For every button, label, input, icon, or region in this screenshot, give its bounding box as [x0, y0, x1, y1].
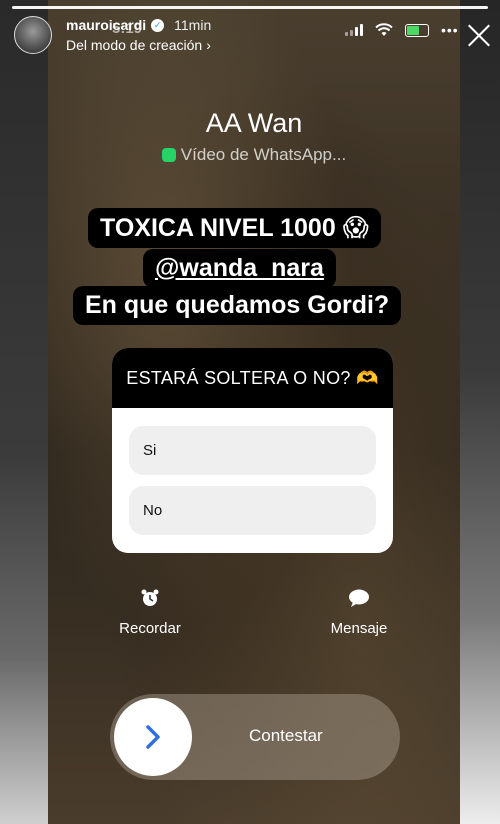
story-progress-bar: [12, 6, 488, 9]
story-background-right: [460, 0, 500, 824]
caption-mention[interactable]: @wanda_nara: [143, 249, 336, 288]
close-icon[interactable]: [466, 22, 492, 48]
mention-link[interactable]: @wanda_nara: [155, 254, 324, 282]
story-header-text: mauroicardi ✓ 11min Del modo de creación…: [66, 17, 211, 53]
call-type-label: Vídeo de WhatsApp...: [180, 145, 347, 164]
user-row: mauroicardi ✓ 11min: [66, 17, 211, 33]
chevron-right-icon: [146, 725, 160, 749]
username[interactable]: mauroicardi: [66, 17, 146, 33]
phone-status-bar: •••: [345, 22, 459, 38]
answer-label: Contestar: [249, 726, 323, 745]
battery-icon: [405, 23, 429, 37]
signal-icon: [345, 24, 363, 36]
message-label: Mensaje: [330, 620, 388, 637]
more-dots-icon[interactable]: •••: [441, 22, 459, 38]
caption-line-3: En que quedamos Gordi?: [73, 286, 402, 325]
post-time: 11min: [174, 17, 212, 33]
chevron-right-icon: ›: [206, 37, 211, 53]
answer-slider[interactable]: Contestar: [110, 694, 400, 780]
caller-name: AA Wan: [205, 108, 303, 138]
caption-line-1: TOXICA NIVEL 1000 😱: [88, 208, 381, 248]
message-button[interactable]: Mensaje: [318, 588, 400, 637]
poll-sticker: ESTARÁ SOLTERA O NO? 🫶 Si No: [112, 348, 393, 553]
avatar[interactable]: [14, 16, 52, 54]
creation-mode-label: Del modo de creación: [66, 37, 203, 53]
story-header: mauroicardi ✓ 11min Del modo de creación…: [14, 16, 211, 54]
poll-question: ESTARÁ SOLTERA O NO? 🫶: [112, 348, 393, 408]
verified-badge-icon: ✓: [151, 18, 165, 32]
whatsapp-icon: [161, 148, 176, 162]
remind-button[interactable]: Recordar: [110, 588, 190, 637]
slider-knob[interactable]: [114, 698, 192, 776]
poll-option-si[interactable]: Si: [129, 426, 376, 475]
remind-label: Recordar: [119, 620, 181, 637]
poll-option-no[interactable]: No: [129, 486, 376, 535]
story-background-left: [0, 0, 48, 824]
wifi-icon: [375, 23, 393, 36]
message-bubble-icon: [318, 588, 400, 614]
creation-mode-link[interactable]: Del modo de creación ›: [66, 37, 211, 53]
alarm-clock-icon: [110, 588, 190, 614]
call-type: Vídeo de WhatsApp...: [48, 145, 460, 165]
